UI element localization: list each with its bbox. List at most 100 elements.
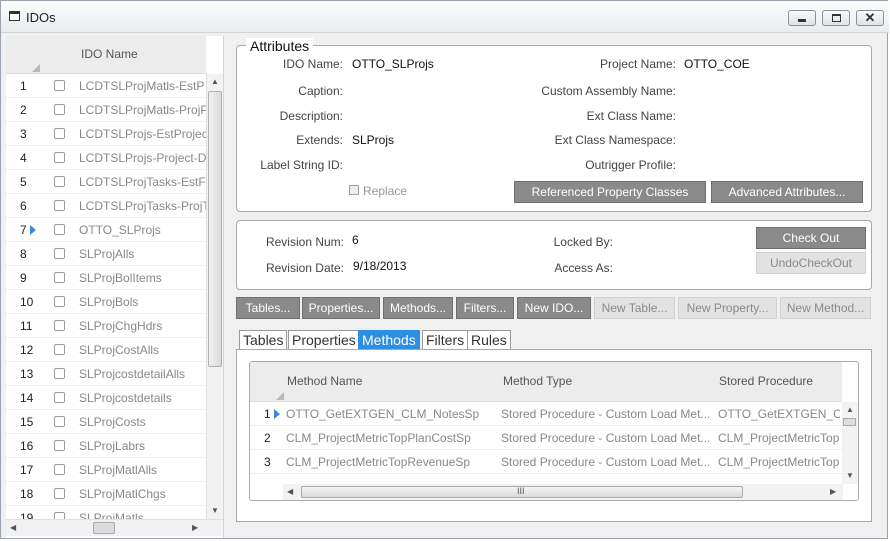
grid-scroll-right-icon[interactable]: ▶ [830,487,836,496]
row-checkbox[interactable] [54,464,65,475]
custom-assembly-name-label: Custom Assembly Name: [541,84,676,98]
list-item[interactable]: 18 SLProjMatlChgs [6,482,206,506]
maximize-button[interactable] [822,10,850,26]
list-item[interactable]: 10 SLProjBols [6,290,206,314]
grid-select-all-corner-icon[interactable] [276,392,284,400]
methods-grid-horizontal-scrollbar[interactable]: ◀ III ▶ [283,484,843,500]
list-item[interactable]: 14 SLProjcostdetails [6,386,206,410]
row-checkbox[interactable] [54,320,65,331]
list-item[interactable]: 5 LCDTSLProjTasks-EstF [6,170,206,194]
row-checkbox[interactable] [54,296,65,307]
scroll-up-icon[interactable]: ▲ [211,77,219,86]
stored-procedure-column-header[interactable]: Stored Procedure [719,374,813,388]
list-item[interactable]: 6 LCDTSLProjTasks-ProjT [6,194,210,218]
row-number: 1 [20,79,27,93]
methods-grid-vertical-thumb[interactable] [843,418,856,426]
advanced-attributes-button[interactable]: Advanced Attributes... [711,181,863,203]
row-checkbox[interactable] [54,416,65,427]
list-item[interactable]: 15 SLProjCosts [6,410,206,434]
ido-name-column-header[interactable]: IDO Name [81,47,138,61]
row-checkbox[interactable] [54,248,65,259]
grid-scroll-up-icon[interactable]: ▲ [846,405,854,414]
row-checkbox[interactable] [54,152,65,163]
undo-check-out-button[interactable]: UndoCheckOut [756,252,866,274]
list-item[interactable]: 7 OTTO_SLProjs [6,218,206,242]
current-row-icon [274,409,280,419]
properties-button[interactable]: Properties... [302,297,380,319]
list-item[interactable]: 8 SLProjAlls [6,242,206,266]
method-type-column-header[interactable]: Method Type [503,374,572,388]
check-out-button[interactable]: Check Out [756,227,866,249]
row-checkbox[interactable] [54,104,65,115]
ido-list-horizontal-scrollbar[interactable]: ◀ ▶ [6,519,223,536]
table-row[interactable]: 1 OTTO_GetEXTGEN_CLM_NotesSp Stored Proced… [250,402,842,426]
ido-list-vertical-thumb[interactable] [208,91,222,367]
list-item[interactable]: 4 LCDTSLProjs-Project-D [6,146,206,170]
methods-button[interactable]: Methods... [383,297,453,319]
list-item[interactable]: 9 SLProjBolItems [6,266,206,290]
ido-name-cell: OTTO_SLProjs [79,223,161,237]
scroll-right-icon[interactable]: ▶ [192,523,198,532]
tab-tables[interactable]: Tables [239,330,288,350]
method-name-column-header[interactable]: Method Name [287,374,362,388]
stored-procedure-cell: CLM_ProjectMetricTopRevenueSp [718,455,840,469]
scroll-down-icon[interactable]: ▼ [211,506,219,515]
new-ido-button[interactable]: New IDO... [517,297,591,319]
row-number: 9 [20,271,27,285]
filters-button[interactable]: Filters... [456,297,514,319]
row-checkbox[interactable] [54,272,65,283]
select-all-corner-icon[interactable] [32,64,40,72]
new-table-button[interactable]: New Table... [594,297,675,319]
list-item[interactable]: 1 LCDTSLProjMatls-EstP [6,74,206,98]
ido-name-cell: SLProjLabrs [79,439,146,453]
row-checkbox[interactable] [54,488,65,499]
row-checkbox[interactable] [54,392,65,403]
row-checkbox[interactable] [54,368,65,379]
tab-methods[interactable]: Methods [358,330,420,350]
list-item[interactable]: 13 SLProjcostdetailAlls [6,362,206,386]
row-checkbox[interactable] [54,200,65,211]
grid-scroll-down-icon[interactable]: ▼ [846,471,854,480]
project-name-label: Project Name: [599,57,676,71]
ido-list-horizontal-thumb[interactable] [93,522,115,534]
table-row[interactable]: 2 CLM_ProjectMetricTopPlanCostSp Stored Pr… [250,426,842,450]
list-item[interactable]: 16 SLProjLabrs [6,434,206,458]
list-item[interactable]: 12 SLProjCostAlls [6,338,206,362]
list-item[interactable]: 3 LCDTSLProjs-EstProjec [6,122,208,146]
methods-grid-horizontal-thumb[interactable]: III [301,486,743,498]
grip-icon: III [517,486,525,496]
minimize-button[interactable] [788,10,816,26]
label-string-id-label: Label String ID: [260,158,343,172]
method-name-cell: CLM_ProjectMetricTopPlanCostSp [286,431,471,445]
ido-name-cell: SLProjAlls [79,247,135,261]
table-row[interactable]: 3 CLM_ProjectMetricTopRevenueSp Stored Pro… [250,450,842,474]
ido-name-cell: LCDTSLProjs-Project-D [79,151,207,165]
list-item[interactable]: 17 SLProjMatlAlls [6,458,206,482]
referenced-property-classes-button[interactable]: Referenced Property Classes [514,181,706,203]
row-checkbox[interactable] [54,128,65,139]
method-name-cell: CLM_ProjectMetricTopRevenueSp [286,455,471,469]
tables-button[interactable]: Tables... [236,297,300,319]
replace-checkbox[interactable] [349,185,359,195]
methods-grid-vertical-scrollbar[interactable]: ▲ ▼ [842,402,858,484]
tab-properties[interactable]: Properties [288,330,360,350]
row-checkbox[interactable] [54,440,65,451]
list-item[interactable]: 11 SLProjChgHdrs [6,314,206,338]
minimize-icon [798,19,806,22]
tab-rules[interactable]: Rules [467,330,511,350]
row-checkbox[interactable] [54,80,65,91]
list-item[interactable]: 2 LCDTSLProjMatls-ProjP [6,98,208,122]
row-checkbox[interactable] [54,224,65,235]
new-property-button[interactable]: New Property... [678,297,777,319]
tab-filters[interactable]: Filters [422,330,469,350]
row-checkbox[interactable] [54,176,65,187]
title-bar[interactable]: IDOs ✕ [1,1,889,33]
new-method-button[interactable]: New Method... [780,297,871,319]
project-name-value: OTTO_COE [684,57,750,71]
scroll-left-icon[interactable]: ◀ [10,523,16,532]
row-number: 12 [20,343,34,357]
row-checkbox[interactable] [54,344,65,355]
close-button[interactable]: ✕ [856,10,884,26]
grid-scroll-left-icon[interactable]: ◀ [287,487,293,496]
ido-list-vertical-scrollbar[interactable]: ▲ ▼ [206,74,223,519]
